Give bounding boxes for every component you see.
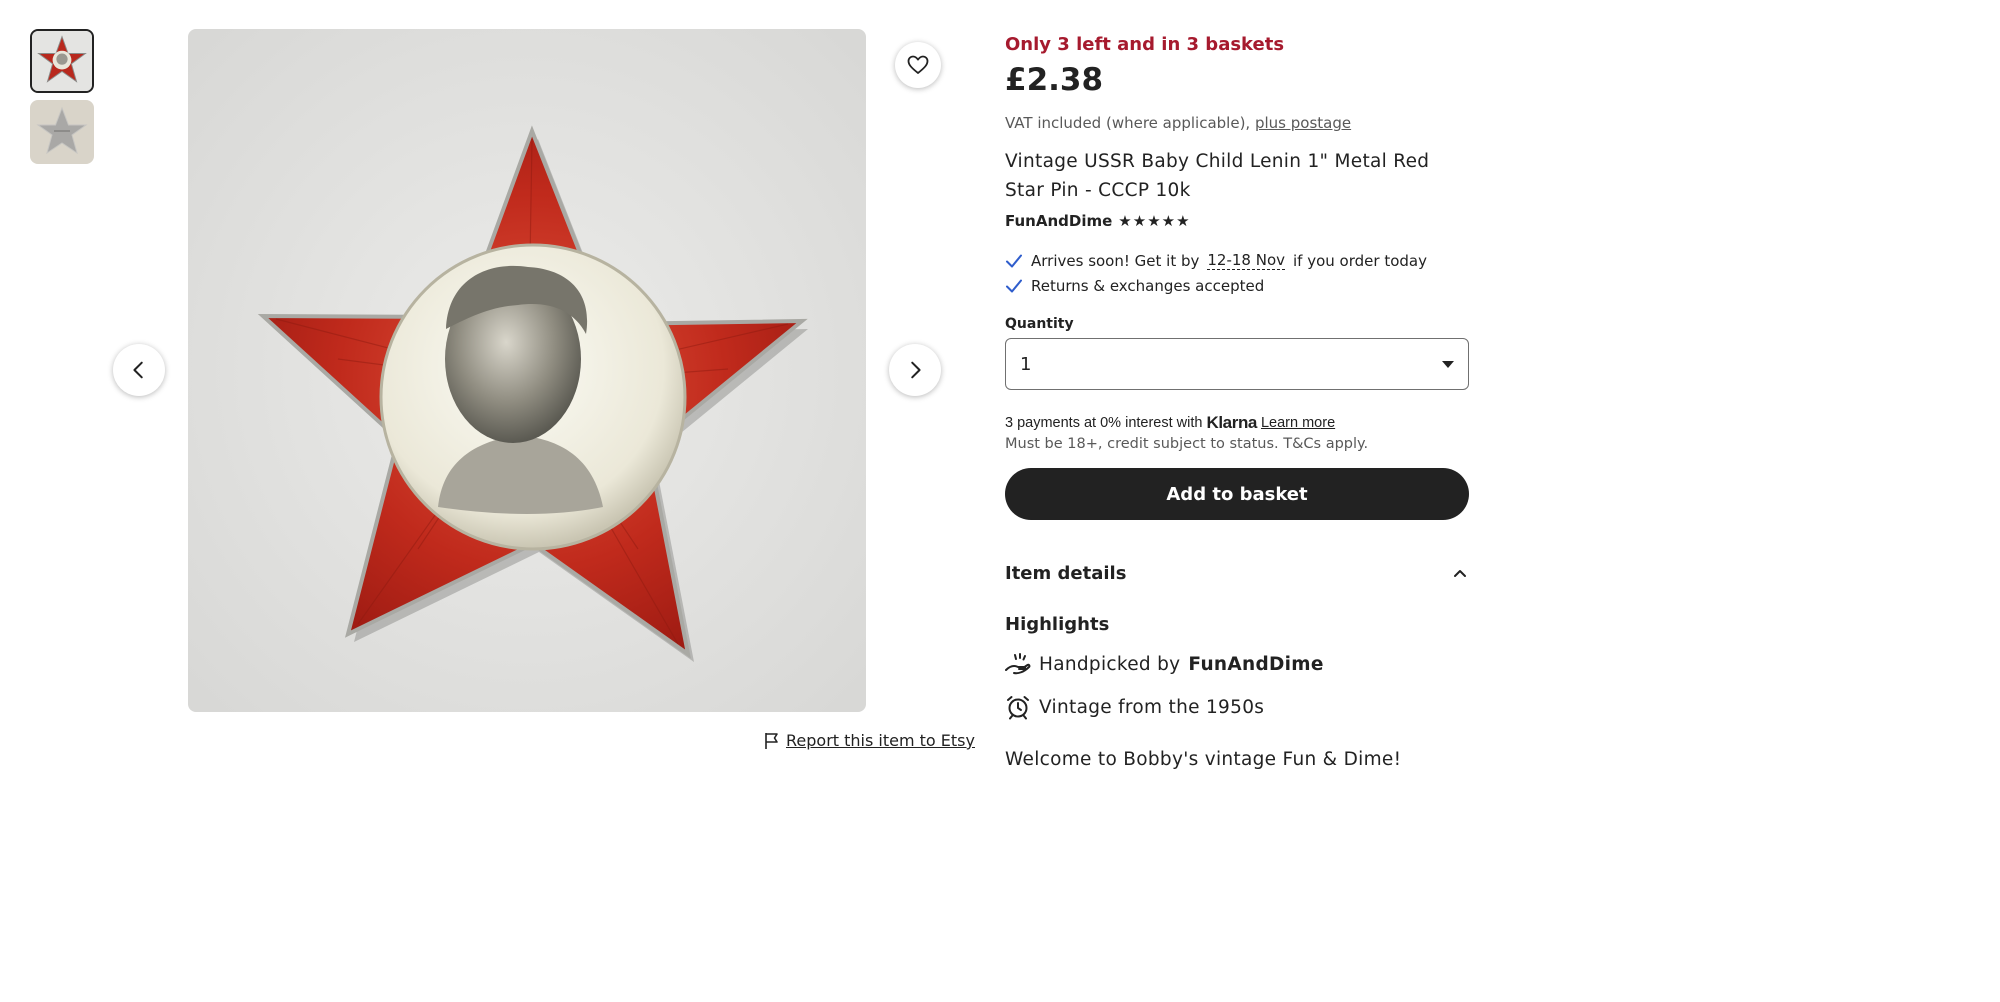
star-icon: ★ xyxy=(1147,211,1161,230)
star-icon: ★ xyxy=(1132,211,1147,230)
arrives-suffix: if you order today xyxy=(1293,251,1427,270)
returns-policy: Returns & exchanges accepted xyxy=(1005,277,1264,295)
chevron-left-icon xyxy=(133,361,143,379)
heart-icon xyxy=(907,55,929,74)
chevron-up-icon xyxy=(1454,569,1466,577)
thumbnail-front[interactable] xyxy=(30,29,94,93)
arrives-prefix: Arrives soon! Get it by xyxy=(1031,251,1200,270)
checkmark-icon xyxy=(1006,254,1022,267)
price: £2.38 xyxy=(1005,62,1104,98)
vintage-text: Vintage from the 1950s xyxy=(1039,696,1265,718)
star-pin-photo xyxy=(188,29,866,712)
shop-name-link[interactable]: FunAndDime xyxy=(1005,212,1112,230)
klarna-offer: 3 payments at 0% interest with Klarna Le… xyxy=(1005,413,1335,433)
previous-image-button[interactable] xyxy=(113,344,165,396)
star-pin-back-thumbnail-image xyxy=(30,100,94,164)
add-to-favourites-button[interactable] xyxy=(895,42,941,88)
quantity-label: Quantity xyxy=(1005,316,1074,332)
klarna-logo: Klarna xyxy=(1206,413,1257,432)
stock-notice: Only 3 left and in 3 baskets xyxy=(1005,34,1285,55)
thumbnail-back[interactable] xyxy=(30,100,94,164)
vat-text: VAT included (where applicable), xyxy=(1005,114,1251,132)
caret-down-icon xyxy=(1442,360,1454,368)
star-icon: ★ xyxy=(1161,211,1176,230)
checkmark-icon xyxy=(1006,279,1022,293)
item-details-label: Item details xyxy=(1005,563,1127,584)
report-item-link[interactable]: Report this item to Etsy xyxy=(764,731,975,750)
star-pin-thumbnail-image xyxy=(32,31,92,91)
star-icon: ★ xyxy=(1118,211,1132,230)
handpicked-highlight: Handpicked by FunAndDime xyxy=(1005,652,1324,676)
returns-text: Returns & exchanges accepted xyxy=(1031,277,1265,295)
klarna-text: 3 payments at 0% interest with xyxy=(1005,415,1203,431)
report-item-label: Report this item to Etsy xyxy=(786,731,975,750)
klarna-terms: Must be 18+, credit subject to status. T… xyxy=(1005,436,1369,452)
alarm-clock-icon xyxy=(1007,696,1029,720)
handpicked-prefix: Handpicked by xyxy=(1039,653,1181,675)
shop-row: FunAndDime ★ ★ ★ ★ ★ xyxy=(1005,212,1190,230)
vintage-highlight: Vintage from the 1950s xyxy=(1005,694,1264,720)
listing-title: Vintage USSR Baby Child Lenin 1" Metal R… xyxy=(1005,151,1430,201)
delivery-estimate: Arrives soon! Get it by 12-18 Nov if you… xyxy=(1005,251,1427,270)
add-to-basket-button[interactable]: Add to basket xyxy=(1005,468,1469,520)
plus-postage-link[interactable]: plus postage xyxy=(1255,114,1351,132)
description-intro: Welcome to Bobby's vintage Fun & Dime! xyxy=(1005,749,1402,770)
main-product-image xyxy=(188,29,866,712)
hand-sparkle-icon xyxy=(1005,653,1031,675)
quantity-select[interactable]: 1 xyxy=(1005,338,1469,390)
delivery-dates[interactable]: 12-18 Nov xyxy=(1207,251,1286,270)
next-image-button[interactable] xyxy=(889,344,941,396)
highlights-heading: Highlights xyxy=(1005,614,1110,635)
item-details-toggle[interactable]: Item details xyxy=(1005,563,1469,584)
flag-icon xyxy=(765,732,778,749)
klarna-learn-more-link[interactable]: Learn more xyxy=(1261,415,1335,431)
chevron-right-icon xyxy=(911,361,921,379)
vat-notice: VAT included (where applicable), plus po… xyxy=(1005,114,1351,132)
quantity-value: 1 xyxy=(1020,353,1032,375)
shop-rating-stars: ★ ★ ★ ★ ★ xyxy=(1118,211,1190,230)
star-icon: ★ xyxy=(1176,211,1190,230)
handpicked-shop: FunAndDime xyxy=(1188,653,1324,675)
